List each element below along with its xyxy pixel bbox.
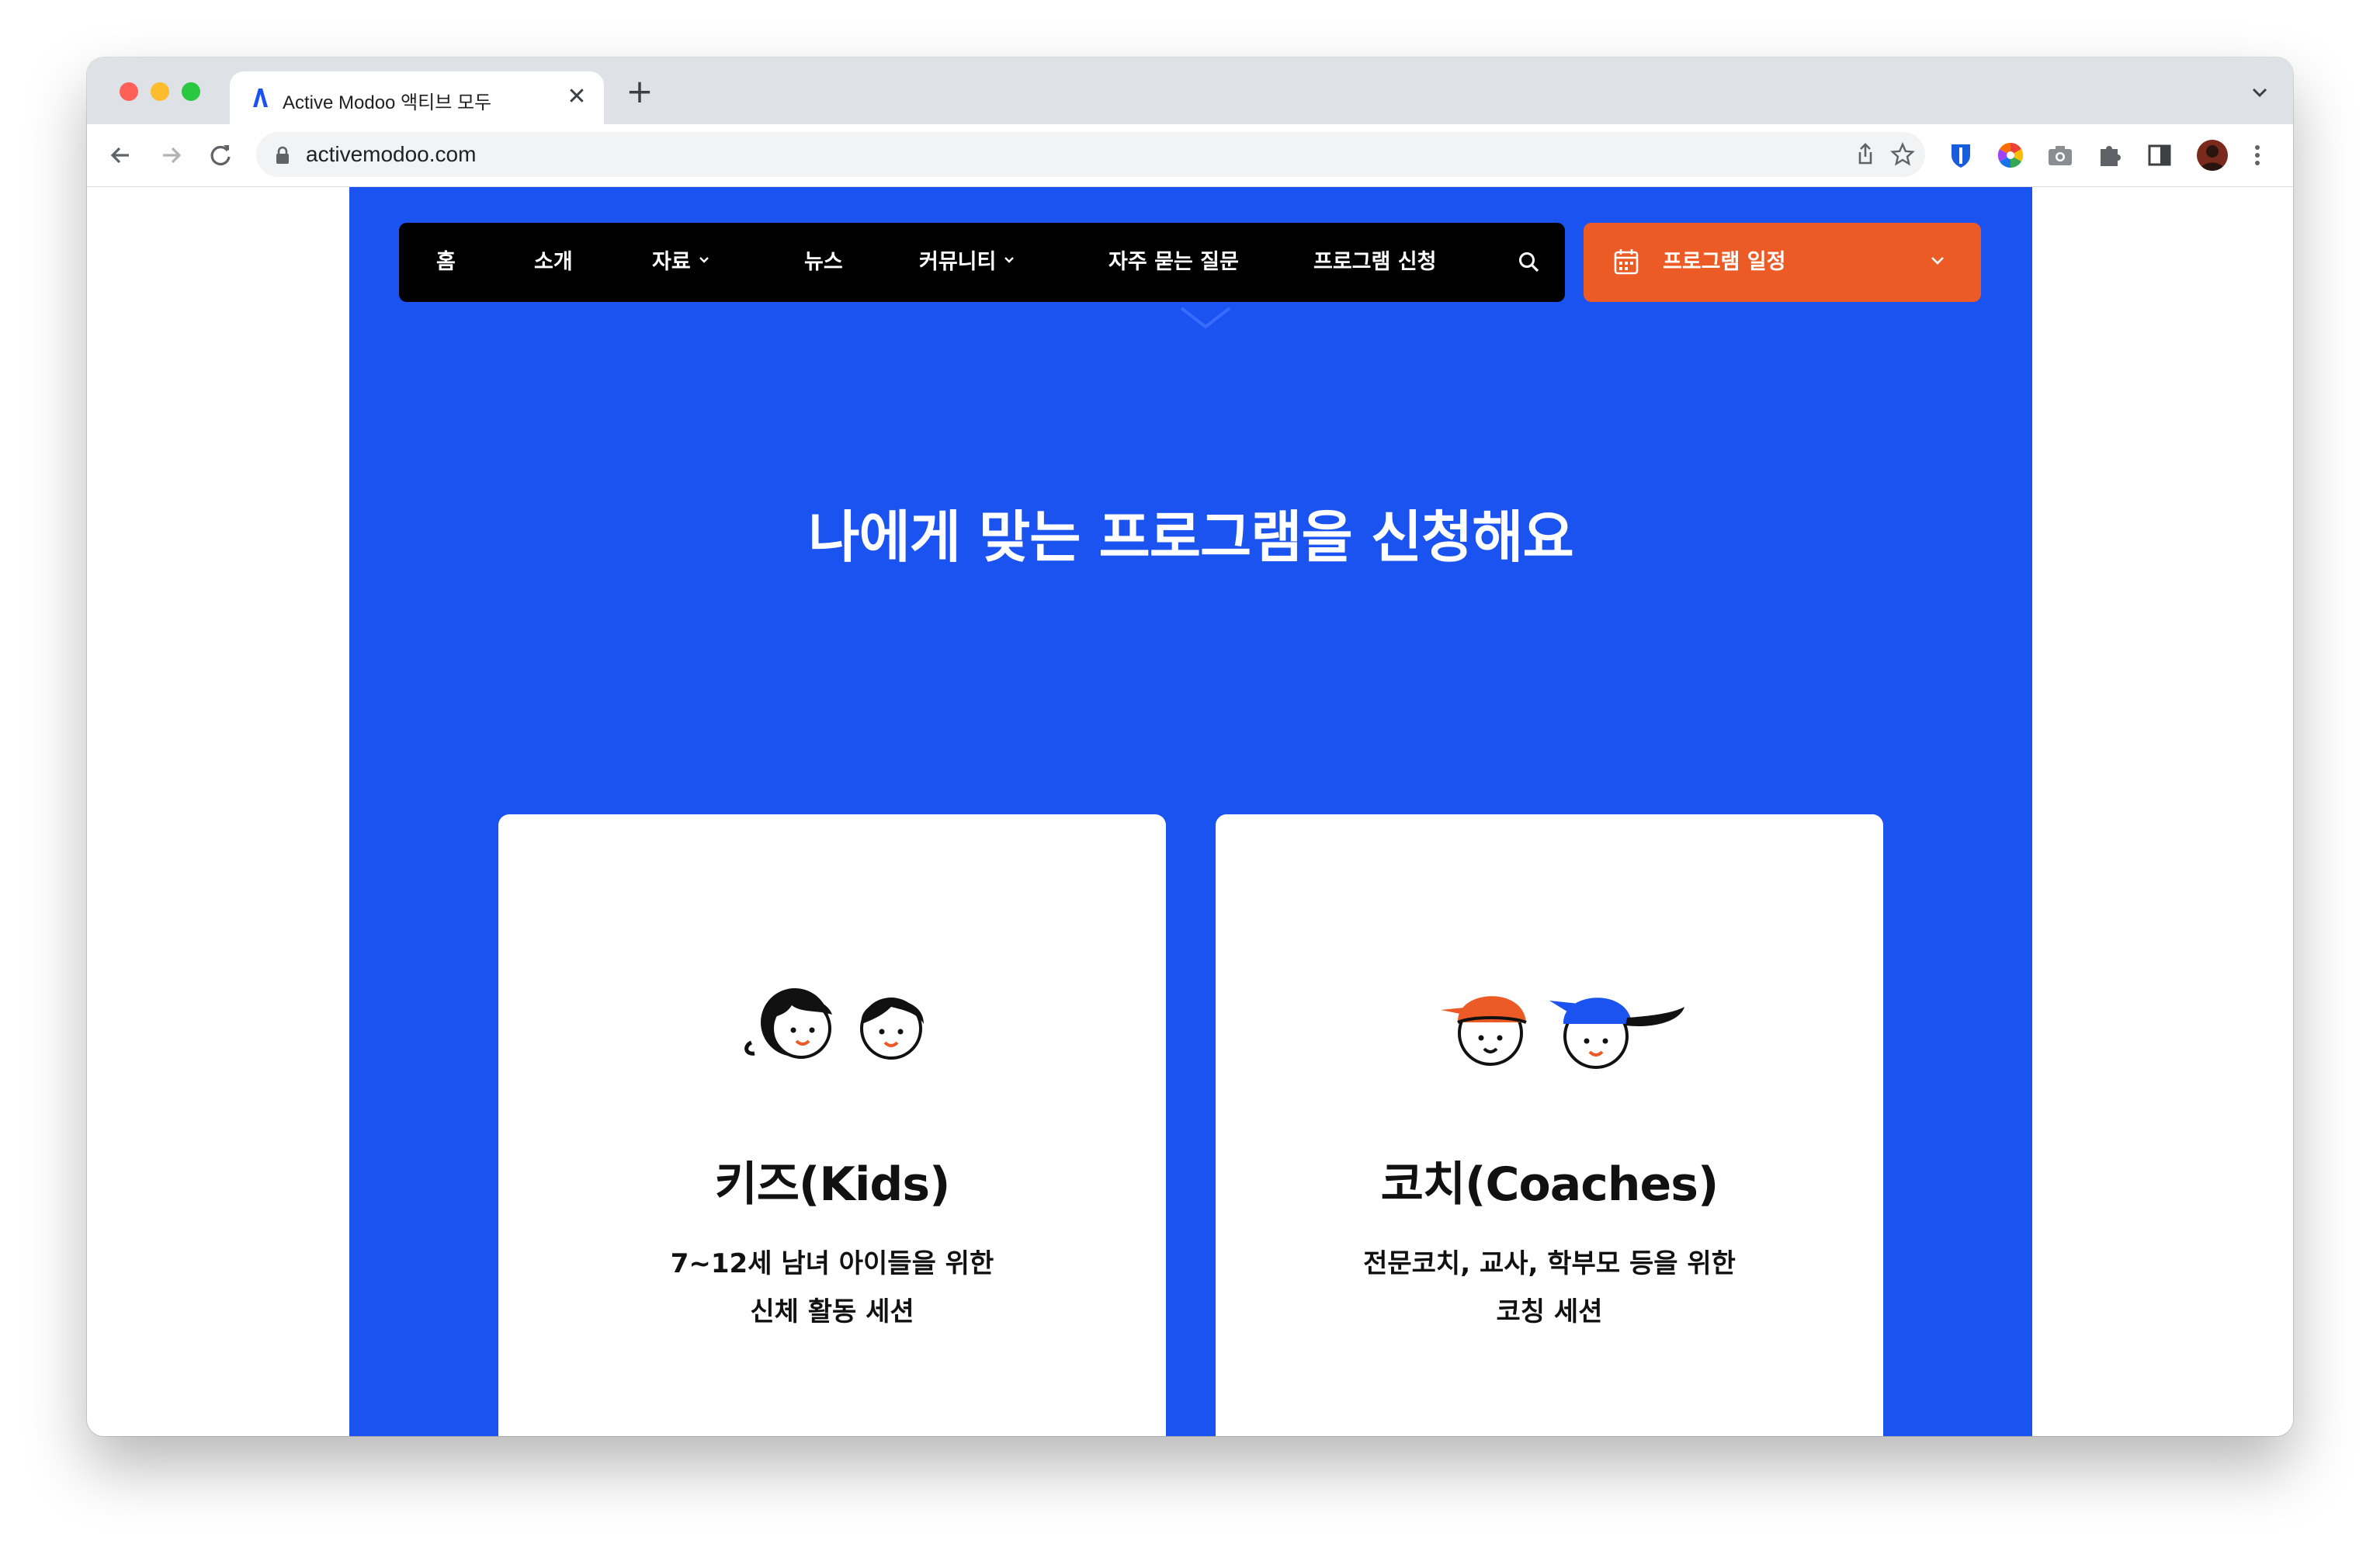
card-description-line: 신체 활동 세션 xyxy=(750,1296,914,1327)
url-text: activemodoo.com xyxy=(306,142,477,166)
tab-title: Active Modoo 액티브 모두 xyxy=(283,92,492,113)
hero-section: 홈 소개 자료 뉴스 커뮤니티 자주 묻는 질문 프로그램 신청 프로그램 일정… xyxy=(349,187,2032,1436)
minimize-window-button[interactable] xyxy=(151,82,169,101)
browser-toolbar: activemodoo.com xyxy=(87,124,2293,187)
page-title: 나에게 맞는 프로그램을 신청해요 xyxy=(808,505,1574,570)
card-description-line: 전문코치, 교사, 학부모 등을 위한 xyxy=(1363,1248,1736,1279)
fullscreen-window-button[interactable] xyxy=(182,82,200,101)
card-description-line: 코칭 세션 xyxy=(1496,1296,1603,1327)
profile-avatar[interactable] xyxy=(2197,140,2228,171)
profile-avatar-icon xyxy=(2200,145,2225,171)
lock-icon[interactable] xyxy=(275,146,290,165)
chevron-down-icon xyxy=(1931,257,1944,265)
search-icon[interactable] xyxy=(1517,250,1542,275)
nav-item-faq[interactable]: 자주 묻는 질문 xyxy=(1108,223,1239,302)
extensions-puzzle-icon[interactable] xyxy=(2094,140,2125,171)
main-navigation: 홈 소개 자료 뉴스 커뮤니티 자주 묻는 질문 프로그램 신청 xyxy=(399,223,1565,302)
nav-item-label: 프로그램 신청 xyxy=(1313,250,1437,274)
kids-illustration-icon xyxy=(744,988,924,1060)
camera-icon[interactable] xyxy=(2045,140,2076,171)
tab-strip: Active Modoo 액티브 모두 ✕ + xyxy=(87,57,2293,124)
tab-search-chevron-icon[interactable] xyxy=(2248,81,2271,104)
card-description: 전문코치, 교사, 학부모 등을 위한 코칭 세션 xyxy=(1216,1240,1883,1336)
reload-icon[interactable] xyxy=(203,138,238,172)
calendar-icon xyxy=(1614,249,1639,275)
chevron-down-icon xyxy=(1004,257,1015,263)
nav-item-resources[interactable]: 자료 xyxy=(652,223,709,302)
address-bar[interactable]: activemodoo.com xyxy=(256,132,1925,177)
bookmark-star-icon[interactable] xyxy=(1889,141,1916,168)
nav-item-label: 뉴스 xyxy=(804,250,843,274)
active-modoo-favicon-icon xyxy=(253,88,268,107)
card-title: 코치(Coaches) xyxy=(1380,1157,1719,1212)
more-menu-icon[interactable] xyxy=(2242,140,2273,171)
nav-item-label: 커뮤니티 xyxy=(919,250,997,274)
page-viewport: 홈 소개 자료 뉴스 커뮤니티 자주 묻는 질문 프로그램 신청 프로그램 일정… xyxy=(87,187,2293,1436)
nav-item-community[interactable]: 커뮤니티 xyxy=(919,223,1015,302)
chevron-down-icon xyxy=(699,257,709,263)
forward-arrow-icon[interactable] xyxy=(154,138,188,172)
nav-item-program-apply[interactable]: 프로그램 신청 xyxy=(1313,223,1436,302)
color-wheel-extension-icon[interactable] xyxy=(1995,140,2026,171)
new-tab-button[interactable]: + xyxy=(623,75,657,110)
nav-item-home[interactable]: 홈 xyxy=(436,223,456,302)
nav-item-news[interactable]: 뉴스 xyxy=(804,223,843,302)
close-window-button[interactable] xyxy=(120,82,138,101)
back-arrow-icon[interactable] xyxy=(104,138,138,172)
card-description: 7~12세 남녀 아이들을 위한 신체 활동 세션 xyxy=(498,1240,1166,1336)
browser-window: Active Modoo 액티브 모두 ✕ + activemodoo.com xyxy=(87,57,2293,1436)
nav-item-label: 소개 xyxy=(534,250,573,274)
program-card-kids[interactable]: 키즈(Kids) 7~12세 남녀 아이들을 위한 신체 활동 세션 xyxy=(498,814,1166,1436)
coaches-illustration-icon xyxy=(1441,996,1684,1069)
chevron-down-icon xyxy=(1180,307,1231,329)
nav-item-label: 홈 xyxy=(436,250,456,274)
nav-item-label: 자주 묻는 질문 xyxy=(1108,250,1239,274)
nav-item-about[interactable]: 소개 xyxy=(534,223,573,302)
browser-tab[interactable]: Active Modoo 액티브 모두 ✕ xyxy=(230,71,604,124)
card-description-line: 7~12세 남녀 아이들을 위한 xyxy=(670,1248,994,1279)
program-card-coaches[interactable]: 코치(Coaches) 전문코치, 교사, 학부모 등을 위한 코칭 세션 xyxy=(1216,814,1883,1436)
share-icon[interactable] xyxy=(1852,141,1879,168)
nav-item-label: 자료 xyxy=(652,250,691,274)
close-tab-icon[interactable]: ✕ xyxy=(564,84,590,110)
side-panel-icon[interactable] xyxy=(2144,140,2175,171)
program-schedule-dropdown[interactable]: 프로그램 일정 xyxy=(1584,223,1981,302)
program-schedule-label: 프로그램 일정 xyxy=(1663,250,1786,274)
card-title: 키즈(Kids) xyxy=(714,1157,951,1212)
bitwarden-shield-icon[interactable] xyxy=(1945,140,1976,171)
